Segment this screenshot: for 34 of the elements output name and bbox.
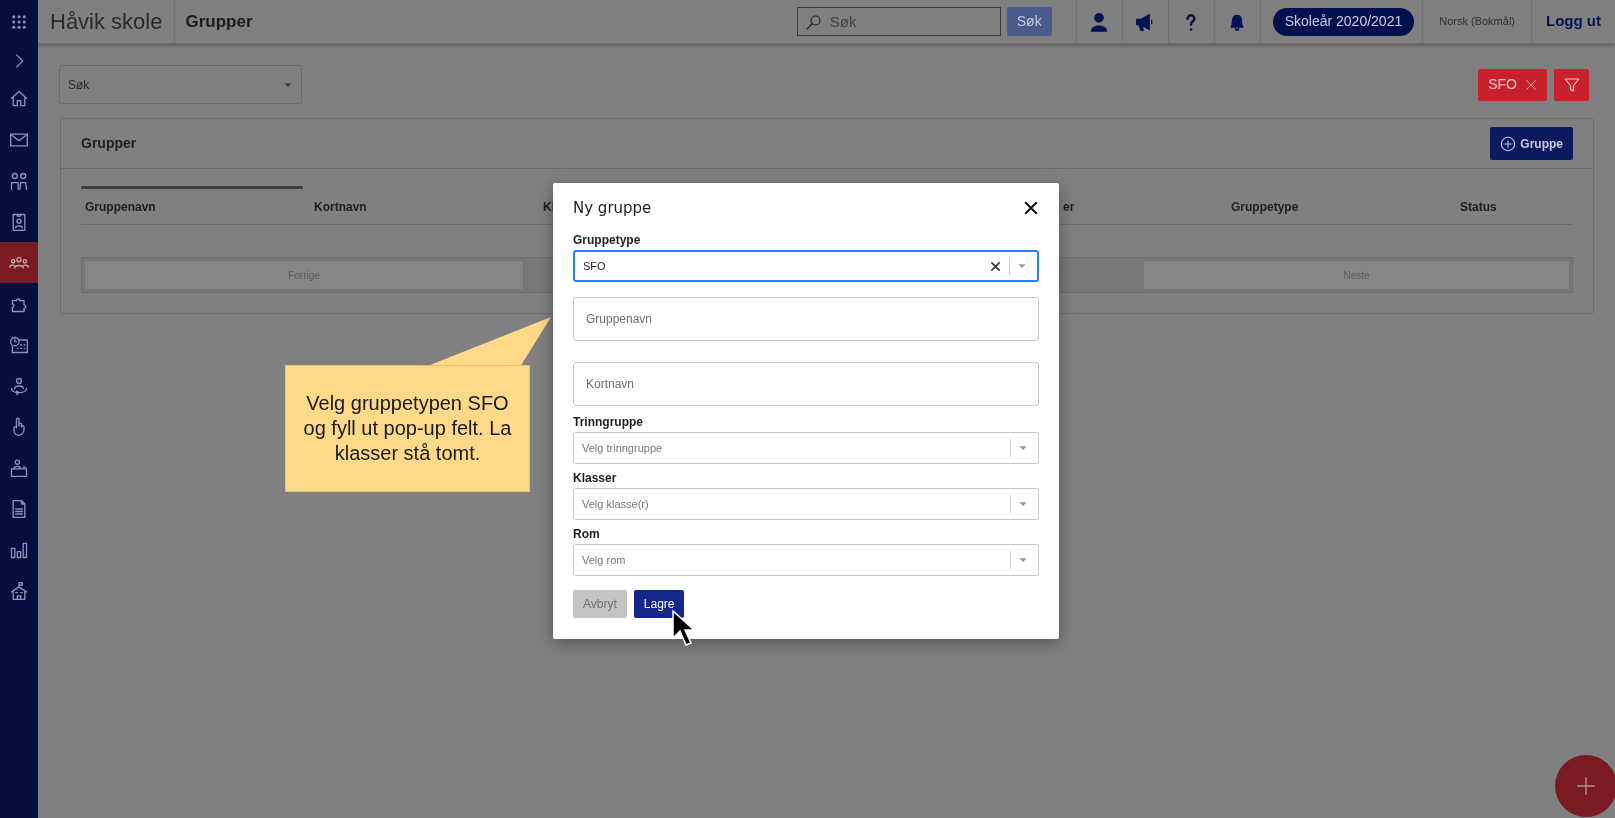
column-header: Kortnavn <box>314 199 367 214</box>
select-field[interactable]: SFO <box>573 250 1039 282</box>
add-group-button[interactable]: Gruppe <box>1490 127 1573 160</box>
select-placeholder: Velg rom <box>582 552 626 568</box>
school-name: Håvik skole <box>50 8 163 36</box>
select-field[interactable]: Velg klasse(r) <box>573 488 1039 520</box>
dialog-title: Ny gruppe <box>573 197 652 219</box>
page-title: Grupper <box>185 10 253 33</box>
select-field[interactable]: Velg rom <box>573 544 1039 576</box>
input-field[interactable]: Gruppenavn <box>573 297 1039 341</box>
cancel-button[interactable]: Avbryt <box>573 590 627 618</box>
column-header: Gruppenavn <box>85 199 156 214</box>
field-label: Klasser <box>573 471 618 486</box>
search-select[interactable]: Søk <box>59 65 302 104</box>
select-placeholder: Velg klasse(r) <box>582 496 649 512</box>
logout-link[interactable]: Logg ut <box>1546 10 1601 33</box>
select-value: Søk <box>68 76 90 94</box>
column-header: Status <box>1460 199 1497 214</box>
field-label: Trinngruppe <box>573 415 644 430</box>
select-placeholder: Velg trinngruppe <box>582 440 663 456</box>
save-button[interactable]: Lagre <box>633 590 684 618</box>
search-button[interactable]: Søk <box>1006 7 1052 36</box>
field-label: Rom <box>573 527 601 542</box>
select-value: SFO <box>583 258 607 274</box>
column-header: er <box>1063 199 1075 214</box>
filter-chip[interactable]: SFO <box>1478 68 1547 101</box>
school-year-button[interactable]: Skoleår 2020/2021 <box>1272 7 1415 36</box>
card-title: Grupper <box>81 134 137 153</box>
search-field[interactable]: Søk <box>796 7 1001 36</box>
select-field[interactable]: Velg trinngruppe <box>573 432 1039 464</box>
field-label: Gruppetype <box>573 233 642 248</box>
input-field[interactable]: Kortnavn <box>573 362 1039 406</box>
language-selector[interactable]: Norsk (Bokmål) <box>1439 13 1515 30</box>
column-header: Gruppetype <box>1231 199 1299 214</box>
